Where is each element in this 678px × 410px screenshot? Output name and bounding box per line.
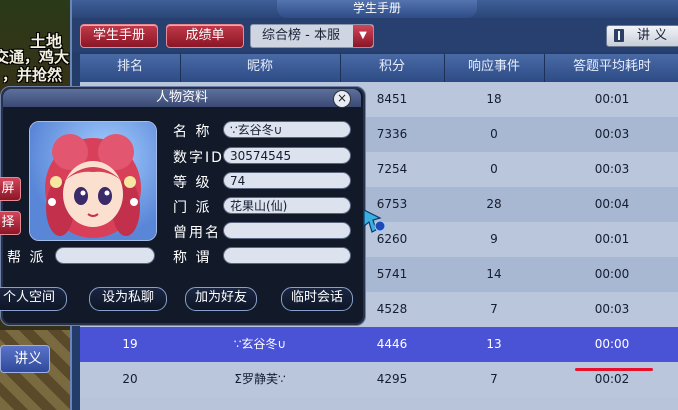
character-portrait: [45, 134, 141, 238]
cell-name: ∵玄谷冬∪: [233, 337, 287, 351]
scene-text-3: ，并抢然: [2, 66, 63, 84]
cell-avg-time: 00:03: [594, 162, 630, 176]
ranking-select[interactable]: 综合榜 - 本服 ▼: [250, 24, 374, 48]
cell-avg-time: 00:03: [594, 302, 630, 316]
id-field: 30574545: [223, 147, 351, 164]
table-header: 排名 昵称 积分 响应事件 答题平均耗时: [80, 54, 678, 82]
cell-avg-time: 00:04: [594, 197, 630, 211]
name-label: 名 称: [173, 124, 212, 140]
personal-space-button[interactable]: 个人空间: [0, 287, 67, 311]
cell-avg-time: 00:01: [594, 92, 630, 106]
header-score: 积分: [340, 54, 445, 82]
title-label: 称 谓: [173, 250, 212, 266]
chevron-down-icon[interactable]: ▼: [353, 25, 373, 47]
lecture-button-label: 讲 义: [637, 28, 668, 43]
temp-chat-button[interactable]: 临时会话: [281, 287, 353, 311]
profile-title: 人物资料: [155, 90, 208, 105]
cell-avg-time: 00:00: [594, 267, 630, 281]
avatar: [29, 121, 157, 241]
cell-events: 9: [490, 232, 498, 246]
cell-score: 4446: [376, 337, 408, 351]
name-field: ∵玄谷冬∪: [223, 121, 351, 138]
set-private-chat-button[interactable]: 设为私聊: [89, 287, 167, 311]
former-name-field: [223, 222, 351, 239]
level-label: 等 级: [173, 175, 212, 191]
school-field: 花果山(仙): [223, 197, 351, 214]
cell-events: 28: [486, 197, 502, 211]
profile-title-bar: 人物资料 ×: [3, 89, 361, 108]
cell-avg-time: 00:03: [594, 127, 630, 141]
former-name-label: 曾用名: [173, 225, 221, 241]
cell-rank: 19: [122, 337, 138, 351]
cell-avg-time: 00:00: [594, 337, 630, 351]
header-events: 响应事件: [444, 54, 545, 82]
cell-score: 4295: [376, 372, 408, 386]
book-icon: [614, 29, 624, 42]
header-avg-time: 答题平均耗时: [572, 59, 651, 74]
close-icon[interactable]: ×: [333, 90, 351, 108]
cell-avg-time: 00:01: [594, 232, 630, 246]
red-underline-annotation: [575, 368, 653, 371]
cursor-icon: [363, 209, 386, 233]
cell-events: 18: [486, 92, 502, 106]
cell-events: 0: [490, 127, 498, 141]
lecture-button[interactable]: 讲 义: [606, 25, 678, 47]
cell-events: 7: [490, 372, 498, 386]
add-friend-button[interactable]: 加为好友: [185, 287, 257, 311]
side-lecture-button[interactable]: 讲义: [0, 345, 50, 373]
grades-button[interactable]: 成绩单: [166, 24, 244, 48]
cell-rank: 20: [122, 372, 138, 386]
cell-events: 0: [490, 162, 498, 176]
profile-panel: 人物资料 × 屏 择 名 称 ∵玄谷冬∪ 数字ID 30574545 等 级 7…: [0, 86, 366, 326]
cell-events: 14: [486, 267, 502, 281]
title-field: [223, 247, 351, 264]
gang-label: 帮 派: [7, 250, 46, 266]
cell-name: Σ罗静芙∵: [234, 372, 286, 386]
ranking-select-value: 综合榜 - 本服: [262, 28, 340, 43]
edge-button-2[interactable]: 择: [0, 211, 21, 235]
toolbar: 学生手册 成绩单 综合榜 - 本服 ▼ 讲 义: [72, 18, 678, 52]
cell-events: 7: [490, 302, 498, 316]
window-title-bar: 学生手册: [72, 0, 678, 19]
school-label: 门 派: [173, 200, 212, 216]
side-lecture-label: 讲义: [14, 351, 42, 367]
gang-field: [55, 247, 155, 264]
id-label: 数字ID: [173, 150, 224, 166]
student-handbook-button[interactable]: 学生手册: [80, 24, 158, 48]
header-rank: 排名: [80, 54, 181, 82]
table-row[interactable]: 19 ∵玄谷冬∪ 4446 13 00:00: [80, 327, 678, 362]
window-title: 学生手册: [277, 0, 477, 18]
header-name: 昵称: [180, 54, 341, 82]
edge-button-1[interactable]: 屏: [0, 177, 21, 201]
level-field: 74: [223, 172, 351, 189]
cell-events: 13: [486, 337, 502, 351]
